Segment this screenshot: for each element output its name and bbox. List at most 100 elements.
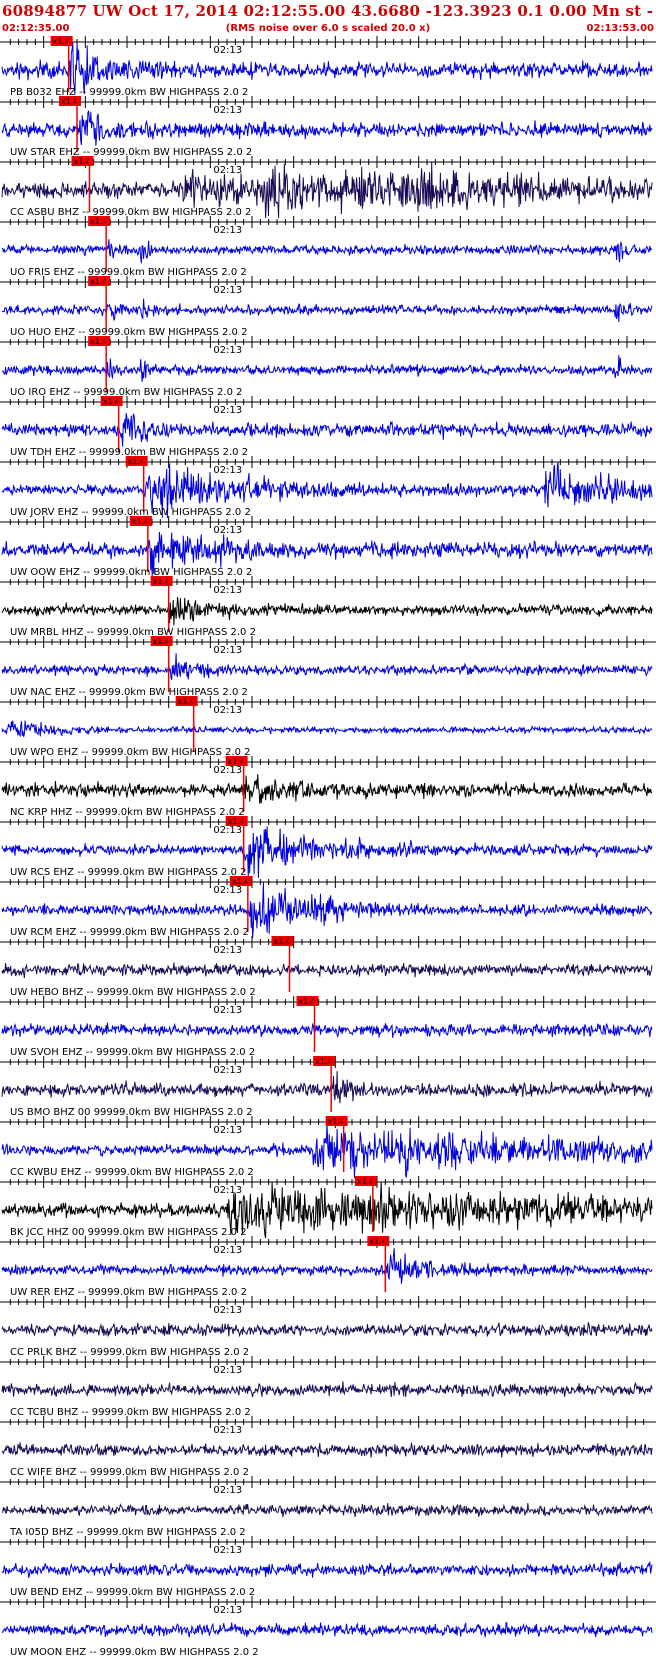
trace-label: UW OOW EHZ -- 99999.0km BW HIGHPASS 2.0 … bbox=[10, 567, 252, 578]
minute-label: 02:13 bbox=[213, 105, 242, 116]
pick-label: x1.4 bbox=[299, 997, 316, 1006]
minute-label: 02:13 bbox=[213, 1245, 242, 1256]
pick-label: x1.4 bbox=[90, 337, 107, 346]
trace-row: 02:13 UW BEND EHZ -- 99999.0km BW HIGHPAS… bbox=[0, 1536, 656, 1598]
trace-label: CC WIFE BHZ -- 99999.0km BW HIGHPASS 2.0… bbox=[10, 1467, 249, 1478]
pick-label: x1.4 bbox=[357, 1177, 374, 1186]
trace-row: 02:13 x1.4 UO FRIS EHZ -- 99999.0km BW HIG… bbox=[0, 216, 656, 278]
trace-label: UW STAR EHZ -- 99999.0km BW HIGHPASS 2.0… bbox=[10, 147, 252, 158]
trace-row: 02:13 x1.4 UW RER EHZ -- 99999.0km BW HIGH… bbox=[0, 1236, 656, 1298]
trace-row: 02:13 CC TCBU BHZ -- 99999.0km BW HIGHPAS… bbox=[0, 1356, 656, 1418]
trace-label: CC ASBU BHZ -- 99999.0km BW HIGHPASS 2.0… bbox=[10, 207, 251, 218]
trace-label: UW MRBL HHZ -- 99999.0km BW HIGHPASS 2.0… bbox=[10, 627, 256, 638]
pick-label: x1.4 bbox=[74, 157, 91, 166]
waveform-trace bbox=[1, 720, 653, 738]
trace-row: 02:13 x1.4 UW HEBO BHZ -- 99999.0km BW HIG… bbox=[0, 936, 656, 998]
minute-label: 02:13 bbox=[213, 165, 242, 176]
trace-row: 02:13 CC PRLK BHZ -- 99999.0km BW HIGHPAS… bbox=[0, 1296, 656, 1358]
minute-label: 02:13 bbox=[213, 45, 242, 56]
minute-label: 02:13 bbox=[213, 345, 242, 356]
trace-label: UO IRO EHZ -- 99999.0km BW HIGHPASS 2.0 … bbox=[10, 387, 243, 398]
waveform-trace bbox=[1, 1248, 653, 1284]
waveform-trace bbox=[1, 1071, 653, 1104]
trace-row: 02:13x1.4UW JORV EHZ -- 99999.0km BW HIG… bbox=[0, 456, 656, 519]
minute-label: 02:13 bbox=[213, 1425, 242, 1436]
pick-label: x1.4 bbox=[128, 457, 145, 466]
minute-label: 02:13 bbox=[213, 1005, 242, 1016]
trace-label: UW BEND EHZ -- 99999.0km BW HIGHPASS 2.0… bbox=[10, 1587, 255, 1598]
trace-row: 02:13 x1.4 UO IRO EHZ -- 99999.0km BW HIGH… bbox=[0, 336, 656, 398]
waveform-trace bbox=[1, 355, 653, 382]
trace-row: 02:13 x1.4 BK JCC HHZ 00 99999.0km BW HIGH… bbox=[0, 1176, 656, 1239]
waveform-trace bbox=[1, 110, 653, 146]
trace-row: 02:13 x1.4 UW MRBL HHZ -- 99999.0km BW HIG… bbox=[0, 576, 656, 638]
trace-row: 02:13 x1.4 UW NAC EHZ -- 99999.0km BW HIGH… bbox=[0, 636, 656, 698]
end-time-label: 02:13:53.00 bbox=[586, 23, 654, 34]
minute-label: 02:13 bbox=[213, 585, 242, 596]
waveform-trace bbox=[1, 597, 653, 626]
trace-row: 02:13 x1.4 UW OOW EHZ -- 99999.0km BW HIGH… bbox=[0, 516, 656, 578]
trace-row: 02:13 x1.4 CC ASBU BHZ -- 99999.0km BW HIG… bbox=[0, 156, 656, 219]
trace-label: BK JCC HHZ 00 99999.0km BW HIGHPASS 2.0 … bbox=[10, 1227, 247, 1238]
minute-label: 02:13 bbox=[213, 465, 242, 476]
trace-label: PB B032 EHZ -- 99999.0km BW HIGHPASS 2.0… bbox=[10, 87, 248, 98]
waveform-trace bbox=[1, 298, 653, 323]
trace-row: 02:13 x1.4 UW STAR EHZ -- 99999.0km BW HIG… bbox=[0, 96, 656, 158]
pick-label: x1.4 bbox=[315, 1057, 332, 1066]
trace-label: UW RER EHZ -- 99999.0km BW HIGHPASS 2.0 … bbox=[10, 1287, 247, 1298]
trace-label: UW SVOH EHZ -- 99999.0km BW HIGHPASS 2.0… bbox=[10, 1047, 255, 1058]
trace-row: 02:13x1.4UW TDH EHZ -- 99999.0km BW HIGH… bbox=[0, 396, 656, 458]
trace-row: 02:13x1.4 UW RCS EHZ -- 99999.0km BW HIGH… bbox=[0, 816, 656, 879]
trace-row: 02:13 x1.4 PB B032 EHZ -- 99999.0km BW HIG… bbox=[0, 36, 656, 98]
trace-label: UW RCS EHZ -- 99999.0km BW HIGHPASS 2.0 … bbox=[10, 867, 247, 878]
pick-label: x1.4 bbox=[228, 817, 245, 826]
minute-label: 02:13 bbox=[213, 1185, 242, 1196]
trace-row: 02:13 CC WIFE BHZ -- 99999.0km BW HIGHPAS… bbox=[0, 1416, 656, 1478]
minute-label: 02:13 bbox=[213, 705, 242, 716]
minute-label: 02:13 bbox=[213, 1605, 242, 1616]
minute-label: 02:13 bbox=[213, 945, 242, 956]
pick-label: x1.4 bbox=[178, 697, 195, 706]
scaling-note: (RMS noise over 6.0 s scaled 20.0 x) bbox=[225, 23, 431, 34]
trace-label: UW RCM EHZ -- 99999.0km BW HIGHPASS 2.0 … bbox=[10, 927, 249, 938]
trace-label: UW MOON EHZ -- 99999.0km BW HIGHPASS 2.0… bbox=[10, 1647, 259, 1658]
seismogram-panel: 02:13x1.4PB B032 EHZ -- 99999.0km BW HIG… bbox=[0, 36, 656, 1658]
trace-label: CC PRLK BHZ -- 99999.0km BW HIGHPASS 2.0… bbox=[10, 1347, 249, 1358]
minute-label: 02:13 bbox=[213, 1485, 242, 1496]
trace-row: 02:13 x1.4 CC KWBU EHZ -- 99999.0km BW HIG… bbox=[0, 1116, 656, 1179]
trace-row: 02:13x1.4NC KRP HHZ -- 99999.0km BW HIGH… bbox=[0, 756, 656, 818]
minute-label: 02:13 bbox=[213, 645, 242, 656]
pick-label: x1.4 bbox=[153, 637, 170, 646]
pick-label: x1.4 bbox=[369, 1237, 386, 1246]
minute-label: 02:13 bbox=[213, 405, 242, 416]
trace-label: CC TCBU BHZ -- 99999.0km BW HIGHPASS 2.0… bbox=[10, 1407, 251, 1418]
waveform-trace bbox=[1, 1022, 653, 1039]
trace-label: US BMO BHZ 00 99999.0km BW HIGHPASS 2.0 … bbox=[10, 1107, 253, 1118]
waveform-trace bbox=[1, 413, 653, 447]
trace-label: UO HUO EHZ -- 99999.0km BW HIGHPASS 2.0 … bbox=[10, 327, 247, 338]
minute-label: 02:13 bbox=[213, 1125, 242, 1136]
minute-label: 02:13 bbox=[213, 1365, 242, 1376]
pick-label: x1.4 bbox=[274, 937, 291, 946]
event-header-title: 60894877 UW Oct 17, 2014 02:12:55.00 43.… bbox=[2, 2, 654, 20]
trace-label: UO FRIS EHZ -- 99999.0km BW HIGHPASS 2.0… bbox=[10, 267, 247, 278]
trace-label: UW WPO EHZ -- 99999.0km BW HIGHPASS 2.0 … bbox=[10, 747, 251, 758]
minute-label: 02:13 bbox=[213, 285, 242, 296]
trace-row: 02:13 UW MOON EHZ -- 99999.0km BW HIGHPAS… bbox=[0, 1596, 656, 1658]
pick-label: x1.4 bbox=[90, 277, 107, 286]
waveform-trace bbox=[1, 1322, 653, 1338]
trace-label: UW NAC EHZ -- 99999.0km BW HIGHPASS 2.0 … bbox=[10, 687, 248, 698]
pick-label: x1.4 bbox=[132, 517, 149, 526]
minute-label: 02:13 bbox=[213, 825, 242, 836]
trace-row: 02:13TA I05D BHZ -- 99999.0km BW HIGHPAS… bbox=[0, 1476, 656, 1538]
minute-label: 02:13 bbox=[213, 885, 242, 896]
waveform-trace bbox=[1, 1503, 653, 1518]
waveform-trace bbox=[1, 1561, 653, 1578]
trace-row: 02:13 x1.4 UW SVOH EHZ -- 99999.0km BW HIG… bbox=[0, 996, 656, 1058]
waveform-trace bbox=[1, 239, 653, 264]
trace-row: 02:13 x1.4 US BMO BHZ 00 99999.0km BW HIGH… bbox=[0, 1056, 656, 1118]
pick-label: x1.4 bbox=[61, 97, 78, 106]
minute-label: 02:13 bbox=[213, 1545, 242, 1556]
waveform-trace bbox=[1, 1621, 653, 1638]
minute-label: 02:13 bbox=[213, 765, 242, 776]
